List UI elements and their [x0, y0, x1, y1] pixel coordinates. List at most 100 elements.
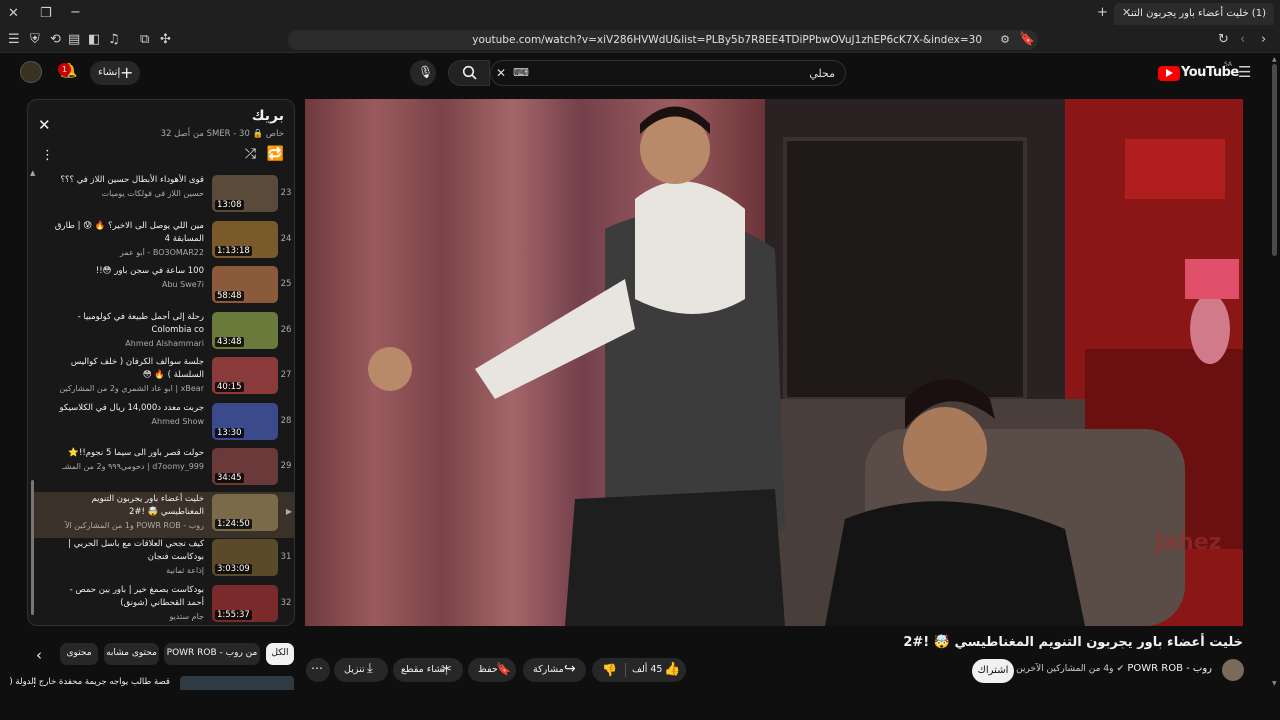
- browser-tab-active[interactable]: (1) خليت أعضاء باور يجربون التنـ: [1114, 3, 1274, 25]
- playlist-item[interactable]: 27 40:15 جلسة سوالف الكرفان ( خلف كواليس ا…: [34, 355, 294, 401]
- new-tab-icon[interactable]: +: [1097, 6, 1108, 19]
- playlist-item-index: 26: [280, 324, 292, 335]
- close-window-icon[interactable]: ✕: [8, 7, 19, 20]
- playlist-panel: بريك خاص 🔒 SMER - 30 من أصل 32 ✕ ⋮ ⤮ 🔁 ▲…: [27, 99, 295, 626]
- notifications-badge: 1: [58, 63, 71, 76]
- clip-button[interactable]: ✂ إنشاء مقطع: [393, 658, 463, 682]
- chip-more[interactable]: محتوى: [60, 643, 98, 665]
- scroll-up-arrow-icon[interactable]: ▲: [1272, 56, 1277, 63]
- playlist-item-index: 28: [280, 415, 292, 426]
- video-player[interactable]: Jahez: [305, 99, 1243, 626]
- like-button[interactable]: 👍 45 ألف: [626, 658, 686, 682]
- create-button[interactable]: إنشاء +: [90, 61, 140, 85]
- site-settings-icon[interactable]: ⚙: [1000, 34, 1010, 45]
- channel-avatar[interactable]: [1222, 659, 1244, 681]
- playlist-item-channel: جام ستديو: [169, 611, 204, 621]
- playlist-item[interactable]: ▶ 1:24:50 خليت أعضاء باور يجربون التنويم ا…: [34, 491, 294, 538]
- minimize-window-icon[interactable]: −: [70, 6, 81, 19]
- playlist-item-thumbnail: 13:30: [212, 402, 278, 440]
- playlist-item-channel: Ahmed Show: [151, 416, 204, 426]
- playlist-item-channel: إذاعة ثمانية: [166, 566, 204, 575]
- clip-label: إنشاء مقطع: [401, 664, 448, 675]
- playlist-item-title: 100 ساعة في سجن باور 😳!!: [95, 266, 204, 276]
- clear-search-icon[interactable]: ✕: [496, 66, 506, 80]
- playlist-item[interactable]: 24 1:13:18 مين اللي يوصل الى الاخير؟ 🔥 😰 |…: [34, 219, 294, 265]
- playlist-item-channel: xBear | ابو عاد الشمري و2 من المشاركين: [59, 384, 204, 393]
- download-label: تنزيل: [344, 664, 365, 675]
- next-item-title[interactable]: قصة طالب يواجه جريمة محفدة خارج الدولة (: [9, 677, 170, 687]
- browser-toolbar: ☰ ⛨ ⟲ ▤ ◧ ♫ ⧉ ✣ ▲ ◆ ↩ ▭ youtube.com/watc…: [0, 27, 1280, 53]
- music-icon[interactable]: ♫: [108, 33, 120, 46]
- region-code: SA: [1224, 61, 1233, 68]
- more-options-icon[interactable]: ⋮: [41, 148, 54, 163]
- sidebar-icon[interactable]: ◧: [88, 33, 100, 46]
- search-input[interactable]: ✕ ⌨ محلي: [490, 60, 846, 86]
- playlist-item[interactable]: 28 13:30 جربت معدد د14,000 ريال في الكلاسي…: [34, 401, 294, 447]
- create-label: إنشاء: [98, 67, 121, 78]
- shuffle-icon[interactable]: ⤮: [245, 146, 256, 162]
- more-actions-button[interactable]: ⋯: [306, 658, 330, 682]
- like-dislike-group: 👍 45 ألف 👎: [592, 658, 686, 682]
- next-item-thumbnail[interactable]: [180, 676, 294, 690]
- playlist-item-title: بودكاست بصمغ خير | باور بين حمص - أحمد ا…: [69, 584, 204, 608]
- youtube-logo[interactable]: YouTube SA: [1158, 61, 1239, 83]
- bookmark-icon[interactable]: 🔖: [1019, 33, 1035, 46]
- scroll-down-arrow-icon[interactable]: ▼: [1272, 680, 1277, 687]
- playlist-item-duration: 3:03:09: [215, 564, 252, 574]
- chip-all[interactable]: الكل: [266, 643, 294, 665]
- playlist-item-thumbnail: 1:24:50: [212, 493, 278, 531]
- verified-icon: ✔: [1116, 664, 1125, 674]
- chip-from-channel[interactable]: من روب - POWR ROB: [164, 643, 260, 665]
- chips-next-icon[interactable]: ‹: [36, 646, 42, 664]
- playlist-item-channel: Abu Swe7i: [161, 280, 204, 289]
- address-bar[interactable]: youtube.com/watch?v=xiV286HVWdU&list=PLB…: [288, 30, 1038, 50]
- search-button[interactable]: [448, 60, 490, 86]
- share-button[interactable]: ↪ مشاركة: [523, 658, 586, 682]
- avatar[interactable]: [20, 61, 42, 83]
- keyboard-icon[interactable]: ⌨: [513, 66, 529, 79]
- playlist-item-duration: 1:13:18: [215, 245, 252, 256]
- screenshot-icon[interactable]: ⧉: [140, 33, 149, 46]
- save-icon: 🔖: [496, 662, 511, 676]
- playlist-item-thumbnail: 40:15: [212, 357, 278, 394]
- playlist-item[interactable]: 29 34:45 حولت قصر باور الى سيما 5 نجوم!!⭐ d…: [34, 446, 294, 492]
- guide-menu-icon[interactable]: ☰: [1238, 65, 1251, 80]
- tab-title: (1) خليت أعضاء باور يجربون التنـ: [1128, 8, 1266, 19]
- tab-close-icon[interactable]: ✕: [1122, 7, 1131, 18]
- menu-icon[interactable]: ☰: [8, 33, 20, 46]
- search-icon: [462, 65, 477, 80]
- lock-icon: 🔒: [252, 129, 264, 139]
- voice-search-button[interactable]: 🎙: [410, 60, 436, 86]
- playlist-item-duration: 58:48: [215, 291, 244, 301]
- plus-icon: +: [120, 63, 134, 82]
- playlist-item-index: 32: [280, 597, 292, 608]
- subscribe-button[interactable]: اشتراك: [972, 659, 1014, 683]
- video-title: خليت أعضاء باور يجربون التنويم المغناطيس…: [903, 635, 1243, 650]
- share-label: مشاركة: [533, 664, 564, 675]
- playlist-item-thumbnail: 43:48: [212, 311, 278, 349]
- url-text: youtube.com/watch?v=xiV286HVWdU&list=PLB…: [472, 34, 982, 46]
- restore-window-icon[interactable]: ❐: [40, 7, 52, 20]
- history-icon[interactable]: ⟲: [50, 33, 61, 46]
- extensions-icon[interactable]: ✣: [160, 33, 171, 46]
- download-button[interactable]: ⤓ تنزيل: [334, 658, 388, 682]
- playlist-item[interactable]: 26 43:48 رحلة إلى أجمل طبيعة في كولومبيا -…: [34, 310, 294, 356]
- playlist-item-title: حولت قصر باور الى سيما 5 نجوم!!⭐: [68, 448, 204, 458]
- reload-icon[interactable]: ↻: [1218, 33, 1229, 46]
- shield-icon[interactable]: ⛨: [30, 33, 40, 46]
- channel-info[interactable]: روب - POWR ROB ✔ و4 من المشاركين الآخرين: [1016, 663, 1212, 674]
- playlist-item[interactable]: 31 3:03:09 كيف نجحي العلاقات مع باسل الحرب…: [34, 537, 294, 583]
- playlist-item[interactable]: 25 58:48 100 ساعة في سجن باور 😳!! Abu Swe7i: [34, 264, 294, 310]
- back-icon[interactable]: ‹: [1240, 33, 1245, 46]
- save-button[interactable]: 🔖 حفظ: [468, 658, 516, 682]
- chip-related[interactable]: محتوى مشابه: [104, 643, 159, 665]
- playlist-item[interactable]: 23 13:08 قوى الأهوداء الأبطال حسين اللاز ف…: [34, 173, 294, 219]
- loop-icon[interactable]: 🔁: [267, 146, 284, 162]
- dislike-button[interactable]: 👎: [592, 658, 625, 682]
- close-playlist-icon[interactable]: ✕: [38, 116, 51, 134]
- playlist-item-title: مين اللي يوصل الى الاخير؟ 🔥 😰 | طارق الم…: [54, 220, 204, 244]
- tabs-icon[interactable]: ▤: [68, 33, 80, 46]
- forward-icon[interactable]: ›: [1261, 33, 1266, 46]
- page-scrollbar[interactable]: [1272, 64, 1277, 256]
- playlist-item[interactable]: 32 1:55:37 بودكاست بصمغ خير | باور بين حمص…: [34, 583, 294, 626]
